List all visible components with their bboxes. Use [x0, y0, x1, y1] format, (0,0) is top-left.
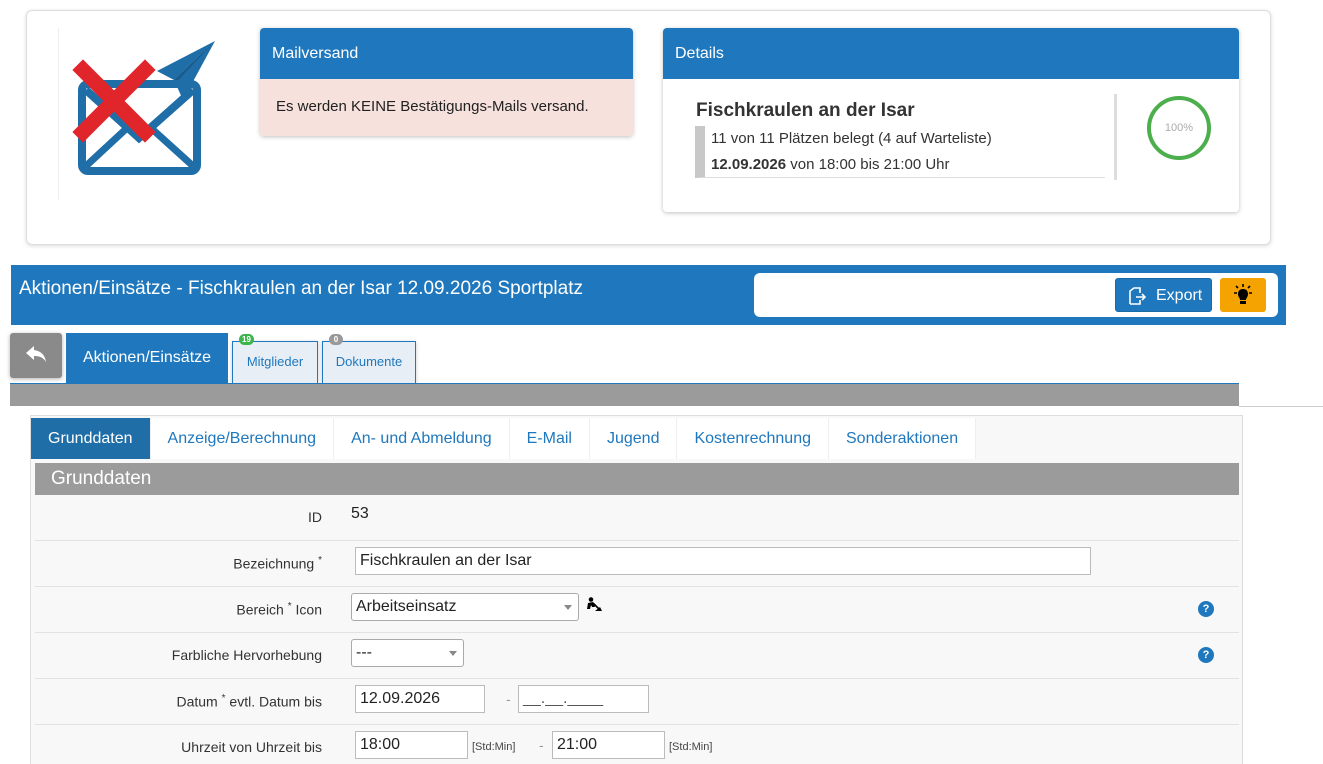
section-title: Grunddaten: [35, 463, 1239, 495]
subtab-anmeldung[interactable]: An- und Abmeldung: [334, 418, 510, 459]
time-from-input[interactable]: 18:00: [355, 731, 468, 759]
tips-button[interactable]: [1220, 278, 1266, 312]
subtab-anzeige[interactable]: Anzeige/Berechnung: [150, 418, 335, 459]
mail-panel-title: Mailversand: [260, 28, 633, 79]
date-label: Datum * evtl. Datum bis: [176, 693, 322, 710]
time-to-hint: [Std:Min]: [669, 741, 713, 753]
area-label: Bereich * Icon: [236, 601, 322, 618]
mail-panel-message: Es werden KEINE Bestätigungs-Mails versa…: [260, 79, 633, 136]
id-label: ID: [308, 509, 322, 525]
export-icon: [1129, 287, 1146, 305]
id-value: 53: [351, 505, 369, 522]
color-label: Farbliche Hervorhebung: [171, 647, 322, 663]
date-separator: -: [506, 691, 511, 707]
time-from-hint: [Std:Min]: [472, 741, 516, 753]
event-datetime: 12.09.2026 von 18:00 bis 21:00 Uhr: [711, 152, 1105, 178]
reply-icon: [26, 346, 46, 362]
row-id: ID 53: [35, 495, 1239, 541]
chevron-down-icon: [449, 651, 457, 656]
area-select[interactable]: Arbeitseinsatz: [351, 593, 579, 621]
time-label: Uhrzeit von Uhrzeit bis: [181, 739, 322, 755]
worker-shovel-icon: [587, 597, 602, 611]
color-select[interactable]: ---: [351, 639, 464, 667]
toolbar: Export: [754, 273, 1278, 317]
subtab-bar: Grunddaten Anzeige/Berechnung An- und Ab…: [31, 418, 977, 459]
tab-documents-label: Dokumente: [335, 354, 403, 369]
tab-strip: [10, 384, 1239, 406]
time-separator: -: [539, 737, 544, 753]
subtab-jugend[interactable]: Jugend: [589, 418, 678, 459]
row-name: Bezeichnung * Fischkraulen an der Isar: [35, 541, 1239, 587]
divider-line: [1239, 406, 1323, 407]
name-label: Bezeichnung *: [233, 555, 322, 572]
date-from-input[interactable]: 12.09.2026: [355, 685, 485, 713]
row-area: Bereich * Icon Arbeitseinsatz ?: [35, 587, 1239, 633]
mail-disabled-icon: [72, 41, 215, 175]
subtab-grunddaten[interactable]: Grunddaten: [31, 418, 151, 459]
name-input[interactable]: Fischkraulen an der Isar: [355, 547, 1091, 575]
tab-members[interactable]: 19 Mitglieder: [232, 334, 318, 383]
lightbulb-icon: [1234, 284, 1252, 304]
occupancy-gauge: 100%: [1147, 96, 1211, 160]
back-button[interactable]: [10, 333, 62, 378]
tab-members-label: Mitglieder: [246, 354, 304, 369]
chevron-down-icon: [564, 605, 572, 610]
help-icon[interactable]: ?: [1198, 647, 1214, 663]
color-select-value: ---: [356, 644, 372, 661]
date-to-input[interactable]: __.__.____: [518, 685, 649, 713]
documents-count-badge: 0: [329, 334, 343, 345]
mail-panel: Mailversand Es werden KEINE Bestätigungs…: [260, 28, 633, 136]
subtab-email[interactable]: E-Mail: [509, 418, 590, 459]
row-color: Farbliche Hervorhebung --- ?: [35, 633, 1239, 679]
subtab-kostenrechnung[interactable]: Kostenrechnung: [677, 418, 829, 459]
details-panel: Details Fischkraulen an der Isar 11 von …: [663, 28, 1239, 212]
area-select-value: Arbeitseinsatz: [356, 598, 457, 615]
occupancy-text: 11 von 11 Plätzen belegt (4 auf Wartelis…: [711, 130, 992, 147]
time-to-input[interactable]: 21:00: [552, 731, 665, 759]
export-button[interactable]: Export: [1115, 278, 1212, 312]
row-date: Datum * evtl. Datum bis 12.09.2026 - __.…: [35, 679, 1239, 725]
mail-disabled-logo: [58, 28, 223, 200]
event-info: 11 von 11 Plätzen belegt (4 auf Wartelis…: [695, 126, 1105, 178]
details-divider: [1114, 94, 1117, 180]
help-icon[interactable]: ?: [1198, 601, 1214, 617]
export-label: Export: [1156, 287, 1203, 304]
event-title: Fischkraulen an der Isar: [696, 100, 915, 121]
event-date: 12.09.2026: [711, 156, 787, 173]
occupancy-percent: 100%: [1164, 122, 1194, 134]
page-title: Aktionen/Einsätze - Fischkraulen an der …: [19, 278, 583, 299]
tab-documents[interactable]: 0 Dokumente: [322, 334, 416, 383]
tab-actions[interactable]: Aktionen/Einsätze: [66, 333, 228, 383]
page-header: Aktionen/Einsätze - Fischkraulen an der …: [11, 265, 1286, 325]
event-time: von 18:00 bis 21:00 Uhr: [786, 156, 950, 173]
details-panel-title: Details: [663, 28, 1239, 79]
row-time: Uhrzeit von Uhrzeit bis 18:00 [Std:Min] …: [35, 725, 1239, 764]
members-count-badge: 19: [239, 334, 254, 345]
subtab-sonderaktionen[interactable]: Sonderaktionen: [829, 418, 977, 459]
form-container: Grunddaten Anzeige/Berechnung An- und Ab…: [30, 415, 1243, 764]
